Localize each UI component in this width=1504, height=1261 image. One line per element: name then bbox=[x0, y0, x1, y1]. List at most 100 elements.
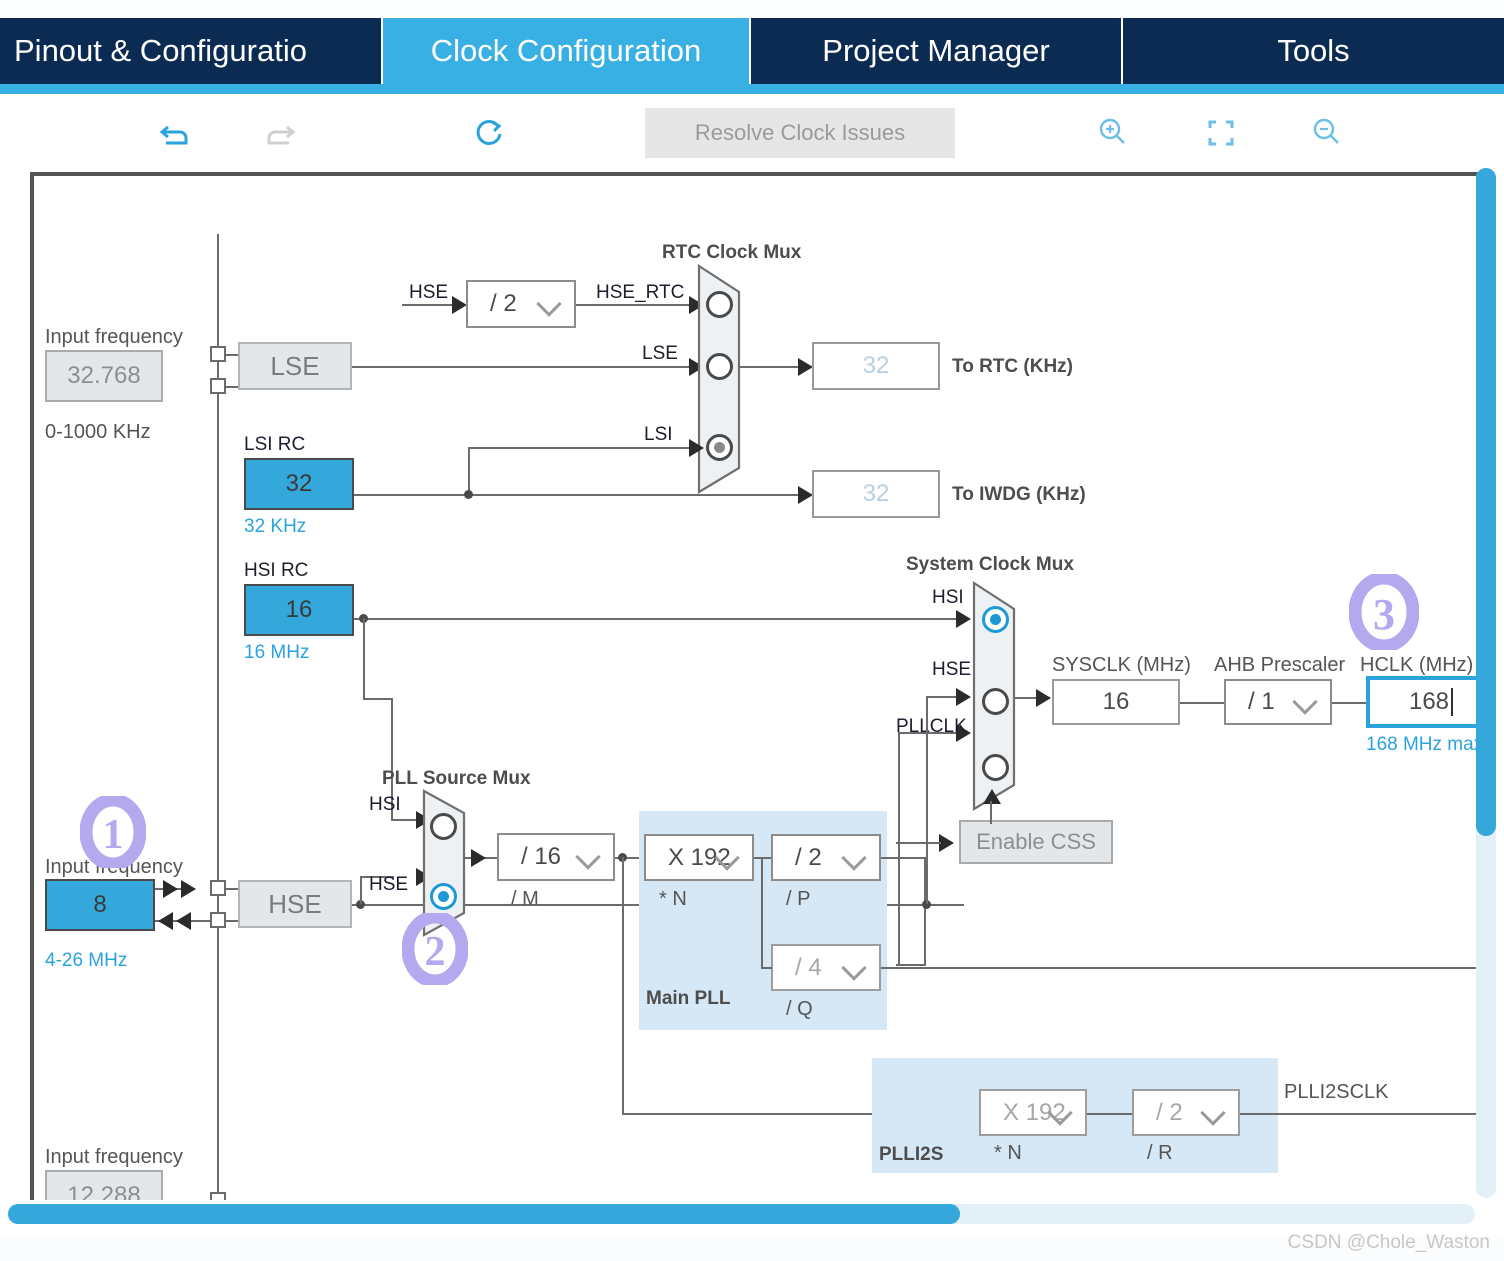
plli2s-n-combo[interactable]: X 192 bbox=[979, 1089, 1087, 1136]
lse-input-frequency-label: Input frequency bbox=[45, 326, 183, 348]
hse-branch-up bbox=[360, 876, 362, 904]
rtcmux-out-arrow bbox=[798, 358, 813, 376]
hse-rtc-to-mux-wire bbox=[576, 304, 695, 306]
fit-to-screen-button[interactable] bbox=[1196, 108, 1246, 158]
zoom-out-button[interactable] bbox=[1302, 108, 1352, 158]
pll-m-branch-down bbox=[622, 857, 624, 1113]
hse-to-div2-arrow bbox=[452, 296, 467, 314]
lsi-rc-value[interactable]: 32 bbox=[244, 458, 354, 510]
pll-m-caption: / M bbox=[511, 888, 539, 910]
rtc-mux-input-hse-rtc-radio[interactable] bbox=[706, 291, 733, 318]
chevron-down-icon bbox=[841, 954, 867, 981]
system-clock-mux-hse-radio[interactable] bbox=[982, 688, 1009, 715]
main-pll-q-combo[interactable]: / 4 bbox=[771, 944, 881, 991]
hse-in-arrow-1 bbox=[163, 880, 178, 898]
vertical-scrollbar-thumb[interactable] bbox=[1476, 168, 1496, 836]
i2s-input-frequency-field[interactable]: 12.288 bbox=[45, 1170, 163, 1200]
sysclk-to-ahb-wire bbox=[1180, 702, 1224, 704]
hse-rtc-divider-value: / 2 bbox=[490, 290, 517, 317]
main-pll-p-caption: / P bbox=[786, 888, 811, 910]
tab-label: Tools bbox=[1277, 33, 1350, 68]
hclk-value-field[interactable]: 168 bbox=[1366, 676, 1478, 728]
hse-out-arrow-2 bbox=[176, 912, 191, 930]
tab-clock-configuration[interactable]: Clock Configuration bbox=[383, 18, 751, 84]
main-pll-p-combo[interactable]: / 2 bbox=[771, 834, 881, 881]
to-iwdg-arrow bbox=[798, 486, 813, 504]
hse-rtc-source-label: HSE bbox=[409, 282, 449, 303]
system-clock-mux-pllclk-radio[interactable] bbox=[982, 754, 1009, 781]
horizontal-scrollbar-thumb[interactable] bbox=[8, 1204, 960, 1224]
lse-pin-out[interactable] bbox=[210, 378, 226, 394]
lse-pin-in[interactable] bbox=[210, 346, 226, 362]
main-pll-p-value: / 2 bbox=[795, 843, 822, 871]
tab-pinout-configuration[interactable]: Pinout & Configuratio bbox=[0, 18, 383, 84]
hse-out-arrow-1 bbox=[158, 912, 173, 930]
pll-source-mux-hse-label: HSE bbox=[369, 874, 409, 895]
hse-to-sysmux-arrow bbox=[956, 688, 971, 706]
plli2s-n-to-r-wire bbox=[1087, 1113, 1132, 1115]
rtc-mux-input-lse-radio[interactable] bbox=[706, 353, 733, 380]
lse-input-range-label: 0-1000 KHz bbox=[45, 421, 151, 443]
plli2s-r-combo[interactable]: / 2 bbox=[1132, 1089, 1240, 1136]
resolve-clock-issues-label: Resolve Clock Issues bbox=[694, 120, 906, 145]
zoom-in-icon bbox=[1099, 118, 1125, 144]
pll-source-mux-hse-radio[interactable] bbox=[430, 883, 457, 910]
zoom-in-button[interactable] bbox=[1088, 108, 1138, 158]
tab-tools[interactable]: Tools bbox=[1123, 18, 1504, 84]
main-pll-n-combo[interactable]: X 192 bbox=[644, 834, 754, 881]
resolve-clock-issues-button[interactable]: Resolve Clock Issues bbox=[645, 108, 955, 158]
lse-input-frequency-field[interactable]: 32.768 bbox=[45, 350, 163, 402]
hsi-rc-value[interactable]: 16 bbox=[244, 584, 354, 636]
annotation-marker-1: 1 bbox=[80, 796, 146, 868]
hse-pin-out[interactable] bbox=[210, 912, 226, 928]
annotation-number-3: 3 bbox=[1373, 590, 1395, 639]
hse-rtc-divider-combo[interactable]: / 2 bbox=[466, 280, 576, 328]
pll-source-mux-hsi-radio[interactable] bbox=[430, 813, 457, 840]
pll-m-combo[interactable]: / 16 bbox=[497, 833, 615, 881]
system-clock-mux-pllclk-label: PLLCLK bbox=[896, 716, 967, 737]
lsi-to-rtcmux-wire bbox=[468, 447, 695, 449]
zoom-out-icon bbox=[1313, 118, 1339, 144]
pll-q-out-wire bbox=[881, 967, 1478, 969]
window-top-strip bbox=[0, 0, 1504, 18]
undo-button[interactable] bbox=[150, 108, 200, 158]
lse-block[interactable]: LSE bbox=[238, 342, 352, 390]
annotation-marker-2: 2 bbox=[402, 913, 468, 985]
sysmux-out-arrow bbox=[1036, 689, 1051, 707]
annotation-number-1: 1 bbox=[103, 812, 124, 858]
refresh-button[interactable] bbox=[465, 108, 515, 158]
hse-pin-in[interactable] bbox=[210, 880, 226, 896]
annotation-circle-3-icon: 3 bbox=[1349, 574, 1419, 650]
lse-to-rtcmux-wire bbox=[352, 366, 695, 368]
to-rtc-label: To RTC (KHz) bbox=[952, 356, 1074, 377]
annotation-number-2: 2 bbox=[425, 929, 446, 975]
lsi-to-iwdg-wire bbox=[352, 494, 804, 496]
ahb-prescaler-combo[interactable]: / 1 bbox=[1224, 679, 1332, 725]
tab-project-manager[interactable]: Project Manager bbox=[751, 18, 1123, 84]
hse-in-arrow-2 bbox=[181, 880, 196, 898]
system-clock-mux-hsi-label: HSI bbox=[932, 587, 964, 608]
hse-riser-to-sysmux bbox=[926, 696, 928, 904]
lsi-branch-vertical bbox=[468, 447, 470, 495]
hsi-to-sysmux-arrow bbox=[956, 610, 971, 628]
redo-button[interactable] bbox=[255, 108, 305, 158]
i2s-pin[interactable] bbox=[210, 1192, 226, 1200]
hsi-branch-h1 bbox=[363, 698, 393, 700]
pll-source-mux-title: PLL Source Mux bbox=[382, 768, 531, 789]
rtc-mux-input-lsi-radio[interactable] bbox=[706, 434, 733, 461]
annotation-circle-2-icon: 2 bbox=[402, 913, 468, 985]
enable-css-button[interactable]: Enable CSS bbox=[959, 820, 1113, 864]
to-iwdg-label: To IWDG (KHz) bbox=[952, 484, 1086, 505]
clock-tree-diagram[interactable]: Input frequency 32.768 0-1000 KHz LSE HS… bbox=[30, 172, 1478, 1200]
hse-input-frequency-field[interactable]: 8 bbox=[45, 879, 155, 931]
hse-to-div2-wire bbox=[402, 304, 458, 306]
hse-block[interactable]: HSE bbox=[238, 880, 352, 928]
rtcmux-out-wire bbox=[739, 366, 804, 368]
lsi-rc-title: LSI RC bbox=[244, 434, 306, 455]
tab-label: Project Manager bbox=[822, 33, 1050, 68]
system-clock-mux-hsi-radio[interactable] bbox=[982, 606, 1009, 633]
enable-css-wire bbox=[896, 842, 941, 844]
plli2s-r-value: / 2 bbox=[1156, 1098, 1183, 1126]
lsi-junction-dot bbox=[464, 490, 473, 499]
hsi-rc-unit: 16 MHz bbox=[244, 642, 310, 663]
